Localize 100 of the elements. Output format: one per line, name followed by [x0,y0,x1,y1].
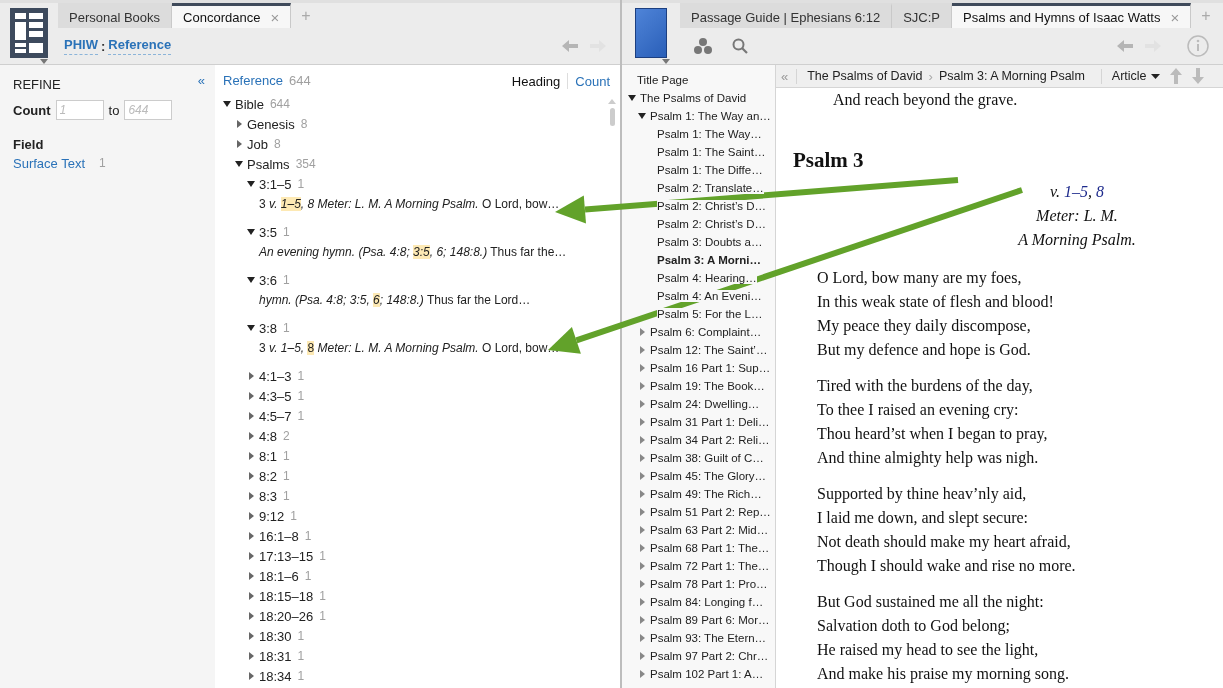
tree-item-label[interactable]: 18:20–26 [259,608,314,624]
expand-toggle-icon[interactable] [640,400,645,408]
tab[interactable]: SJC:P [892,3,952,28]
tree-item-label[interactable]: Bible [235,96,264,112]
toc-item[interactable]: Psalm 19: The Book… [650,380,765,392]
expand-toggle-icon[interactable] [640,508,645,516]
expand-toggle-icon[interactable] [640,598,645,606]
tree-item-label[interactable]: 8:1 [259,448,278,464]
view-toggle-link[interactable]: Heading [511,73,561,89]
toc-item[interactable]: Psalm 24: Dwelling… [650,398,760,410]
result-snippet[interactable]: 3 v. 1–5, 8 Meter: L. M. A Morning Psalm. O Lord, bow… [259,341,560,355]
expand-toggle-icon[interactable] [640,562,645,570]
toc-item[interactable]: Psalm 16 Part 1: Sup… [650,362,771,374]
tree-item-label[interactable]: 3:1–5 [259,176,292,192]
expand-toggle-icon[interactable] [640,490,645,498]
toc-item[interactable]: Psalm 51 Part 2: Rep… [650,506,771,518]
result-snippet[interactable]: 3 v. 1–5, 8 Meter: L. M. A Morning Psalm. O Lord, bow… [259,197,560,211]
tree-item-label[interactable]: 4:8 [259,428,278,444]
expand-toggle-icon[interactable] [247,229,255,235]
three-dots-cluster-icon[interactable] [694,38,712,54]
toc-item[interactable]: Psalm 1: The Way an… [650,110,771,122]
expand-toggle-icon[interactable] [247,181,255,187]
article-view-dropdown[interactable]: Article [1111,69,1160,83]
tree-item-label[interactable]: 17:13–15 [259,548,314,564]
toc-item[interactable]: Psalm 45: The Glory… [650,470,767,482]
expand-toggle-icon[interactable] [640,364,645,372]
tree-item-label[interactable]: 18:31 [259,648,292,664]
toc-item[interactable]: Psalm 1: The Way… [657,128,762,140]
expand-toggle-icon[interactable] [235,161,243,167]
toc-item[interactable]: Psalm 1: The Diffe… [657,164,763,176]
expand-toggle-icon[interactable] [640,526,645,534]
expand-toggle-icon[interactable] [640,652,645,660]
toc-item[interactable]: Psalm 2: Christ’s D… [657,218,767,230]
tab[interactable]: Personal Books [58,3,173,28]
expand-toggle-icon[interactable] [640,436,645,444]
count-to-input[interactable]: 644 [124,100,173,120]
toc-item[interactable]: Psalm 5: For the L… [657,308,763,320]
tree-item-label[interactable]: 3:5 [259,224,278,240]
tree-item-label[interactable]: 4:3–5 [259,388,292,404]
reference-column-link[interactable]: Reference [223,73,283,88]
expand-toggle-icon[interactable] [249,392,254,400]
collapse-button[interactable]: « [197,73,205,88]
expand-toggle-icon[interactable] [640,670,645,678]
tree-item-label[interactable]: 4:1–3 [259,368,292,384]
toc-item[interactable]: Psalm 84: Longing f… [650,596,764,608]
toc-item[interactable]: Psalm 102 Part 1: A… [650,668,764,680]
toc-item[interactable]: Psalm 72 Part 1: The… [650,560,770,572]
toc-item[interactable]: Psalm 97 Part 2: Chr… [650,650,769,662]
tree-item-label[interactable]: Job [247,136,268,152]
toc-item[interactable]: The Psalms of David [640,92,747,104]
toc-item[interactable]: Psalm 4: An Eveni… [657,290,762,302]
expand-toggle-icon[interactable] [640,382,645,390]
toc-item[interactable]: Psalm 31 Part 1: Deli… [650,416,770,428]
toc-item[interactable]: Psalm 78 Part 1: Pro… [650,578,768,590]
toc-item[interactable]: Psalm 34 Part 2: Reli… [650,434,770,446]
tree-item-label[interactable]: Psalms [247,156,290,172]
scrollbar-thumb[interactable] [609,108,615,126]
expand-toggle-icon[interactable] [223,101,231,107]
toc-item[interactable]: Psalm 2: Translate… [657,182,764,194]
toc-item[interactable]: Psalm 1: The Saint… [657,146,766,158]
tree-item-label[interactable]: 8:2 [259,468,278,484]
expand-toggle-icon[interactable] [640,634,645,642]
toc-item[interactable]: Psalm 3: A Morni… [657,254,761,266]
field-dropdown[interactable]: Reference [108,37,172,55]
expand-toggle-icon[interactable] [249,552,254,560]
expand-toggle-icon[interactable] [640,544,645,552]
tree-item-label[interactable]: 18:30 [259,628,292,644]
expand-toggle-icon[interactable] [249,532,254,540]
book-cover-thumbnail[interactable] [635,8,667,58]
tree-item-label[interactable]: Genesis [247,116,295,132]
toc-item[interactable]: Title Page [637,74,689,86]
expand-toggle-icon[interactable] [249,372,254,380]
expand-toggle-icon[interactable] [249,592,254,600]
tab[interactable]: Concordance × [172,3,292,28]
toc-item[interactable]: Psalm 49: The Rich… [650,488,762,500]
toc-item[interactable]: Psalm 68 Part 1: The… [650,542,770,554]
toc-item[interactable]: Psalm 4: Hearing… [657,272,757,284]
toc-item[interactable]: Psalm 89 Part 6: Mor… [650,614,770,626]
tab[interactable]: Passage Guide | Ephesians 6:12 [680,3,893,28]
expand-toggle-icon[interactable] [640,418,645,426]
search-icon[interactable] [732,38,748,54]
toc-item[interactable]: Psalm 93: The Etern… [650,632,767,644]
toc-item[interactable]: Psalm 2: Christ’s D… [657,200,767,212]
result-snippet[interactable]: An evening hymn. (Psa. 4:8; 3:5, 6; 148:8.) Thus far the… [259,245,567,259]
toc-item[interactable]: Psalm 38: Guilt of C… [650,452,764,464]
expand-toggle-icon[interactable] [237,140,242,148]
tree-item-label[interactable]: 18:15–18 [259,588,314,604]
toc-item[interactable]: Psalm 3: Doubts a… [657,236,763,248]
expand-toggle-icon[interactable] [640,616,645,624]
source-dropdown[interactable]: PHIW [64,37,98,55]
expand-toggle-icon[interactable] [249,672,254,680]
expand-toggle-icon[interactable] [640,328,645,336]
expand-toggle-icon[interactable] [640,346,645,354]
breadcrumb-link[interactable]: The Psalms of David [807,69,923,83]
expand-toggle-icon[interactable] [247,325,255,331]
expand-toggle-icon[interactable] [249,632,254,640]
expand-toggle-icon[interactable] [640,454,645,462]
expand-toggle-icon[interactable] [237,120,242,128]
expand-toggle-icon[interactable] [249,572,254,580]
expand-toggle-icon[interactable] [249,612,254,620]
